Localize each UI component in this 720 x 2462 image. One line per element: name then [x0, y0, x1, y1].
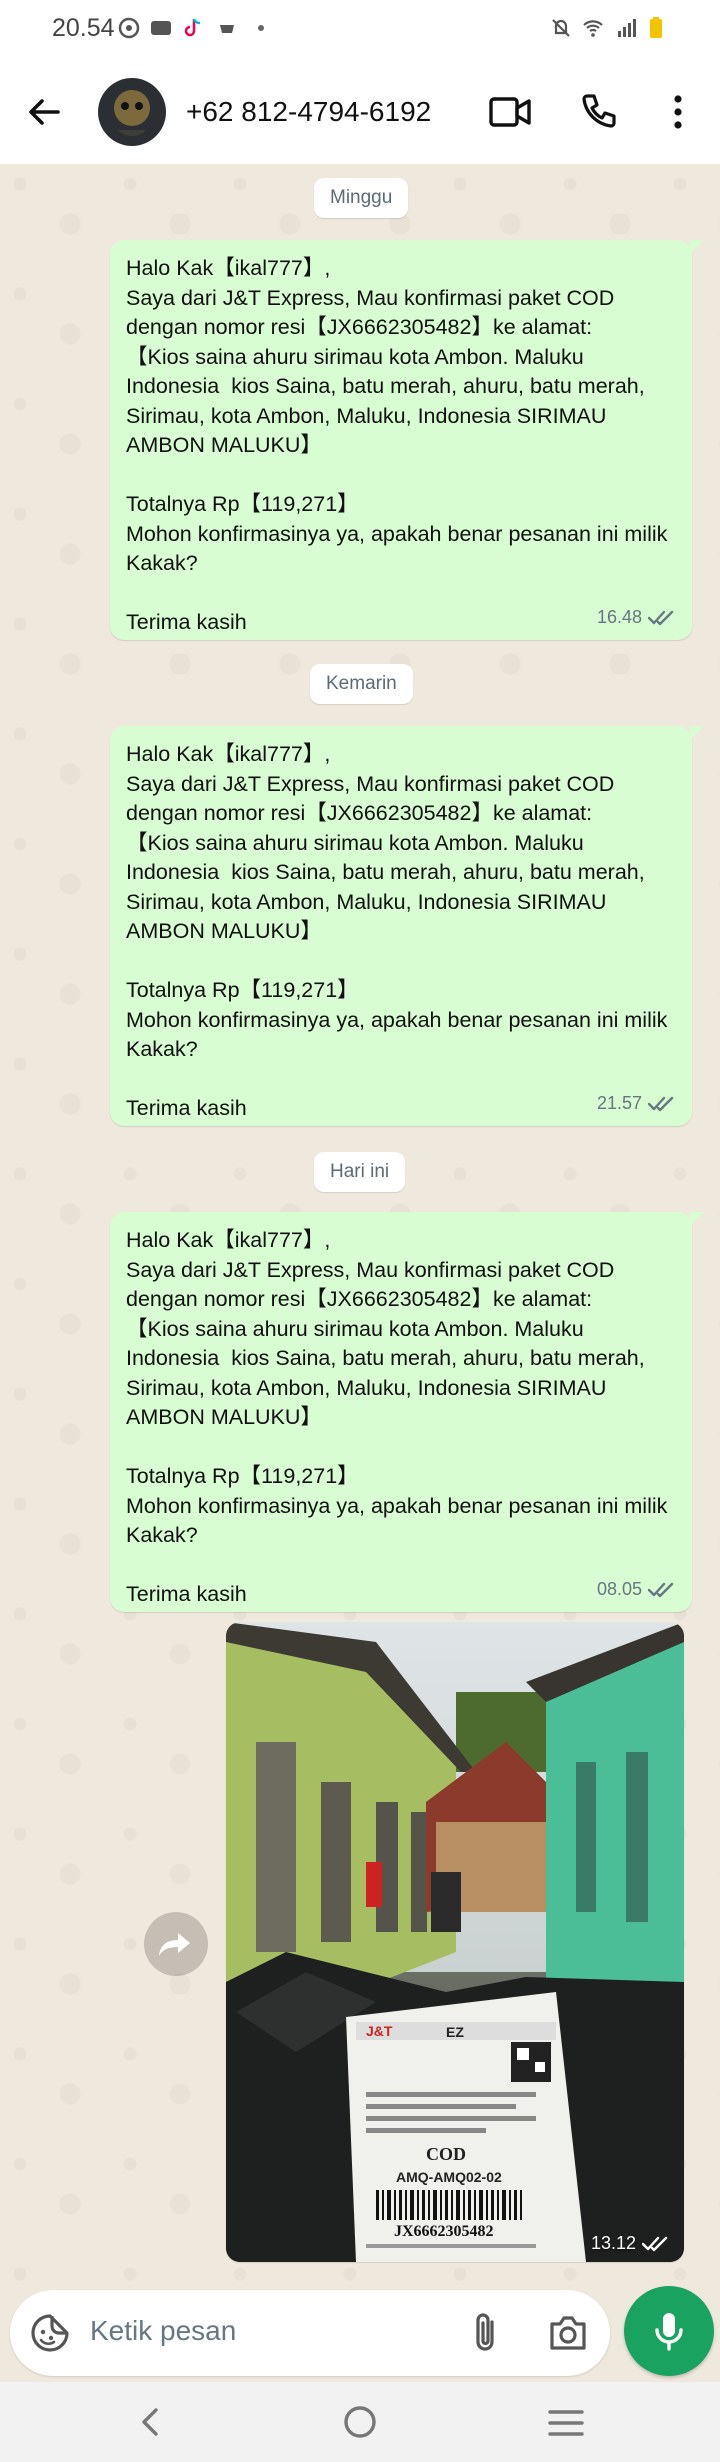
message-text: Halo Kak【ikal777】, Saya dari J&T Express…: [126, 742, 668, 1120]
read-ticks-icon: [648, 1582, 674, 1597]
microphone-icon: [655, 2313, 683, 2351]
more-options-icon[interactable]: [668, 92, 688, 132]
date-chip: Hari ini: [314, 1152, 406, 1192]
message-meta: 21.57: [597, 1093, 678, 1114]
tiktok-icon: [184, 18, 201, 37]
status-bar: 20.54: [0, 0, 720, 58]
route-code: AMQ-AMQ02-02: [396, 2169, 502, 2185]
forward-icon: [159, 1933, 190, 1956]
message-meta: 16.48: [597, 607, 678, 628]
date-chip: Minggu: [314, 178, 409, 218]
message-time: 08.05: [596, 1579, 642, 1599]
message-meta: 13.12: [591, 2233, 672, 2254]
mute-icon: [552, 19, 570, 37]
video-call-icon[interactable]: [488, 94, 532, 130]
image-message[interactable]: J&T EZ COD AMQ-AMQ02-02 JX6662305482 13.…: [226, 1622, 684, 2262]
message-bubble[interactable]: Halo Kak【ikal777】, Saya dari J&T Express…: [110, 1212, 704, 1612]
attach-icon[interactable]: [470, 2312, 502, 2354]
nav-back-icon[interactable]: [136, 2406, 168, 2438]
whatsapp-icon: [118, 17, 140, 39]
phone-call-icon[interactable]: [578, 92, 618, 132]
message-bubble[interactable]: Halo Kak【ikal777】, Saya dari J&T Express…: [110, 240, 704, 640]
dot-icon: [258, 25, 264, 31]
avatar[interactable]: [98, 78, 166, 146]
message-text: Halo Kak【ikal777】, Saya dari J&T Express…: [126, 256, 668, 634]
wifi-icon: [583, 20, 603, 37]
date-chip: Kemarin: [310, 664, 413, 704]
game-icon: [220, 25, 234, 33]
contact-name[interactable]: +62 812-4794-6192: [186, 96, 431, 128]
tracking-number: JX6662305482: [394, 2223, 494, 2240]
notification-icon: [151, 21, 171, 35]
message-text: Halo Kak【ikal777】, Saya dari J&T Express…: [126, 1228, 668, 1606]
status-time: 20.54: [52, 14, 115, 42]
camera-icon[interactable]: [548, 2314, 588, 2352]
message-placeholder: Ketik pesan: [90, 2315, 237, 2346]
message-time: 13.12: [590, 2233, 636, 2253]
read-ticks-icon: [648, 610, 674, 625]
brand-logo: J&T: [366, 2023, 393, 2039]
sticker-icon[interactable]: [30, 2313, 70, 2353]
composer: Ketik pesan: [0, 2286, 720, 2380]
read-ticks-icon: [642, 2236, 668, 2251]
message-time: 21.57: [596, 1093, 642, 1113]
message-time: 16.48: [596, 607, 642, 627]
signal-icon: [618, 19, 636, 37]
message-meta: 08.05: [597, 1579, 678, 1600]
message-bubble[interactable]: Halo Kak【ikal777】, Saya dari J&T Express…: [110, 726, 704, 1126]
forward-button[interactable]: [144, 1912, 208, 1976]
nav-home-icon[interactable]: [342, 2404, 378, 2440]
label-code: EZ: [446, 2024, 464, 2040]
voice-message-button[interactable]: [624, 2286, 714, 2376]
nav-recents-icon[interactable]: [548, 2408, 584, 2438]
battery-icon: [650, 17, 662, 38]
package-photo: J&T EZ COD AMQ-AMQ02-02 JX6662305482: [226, 1622, 684, 2262]
cod-label: COD: [426, 2144, 466, 2164]
system-nav-bar: [0, 2382, 720, 2462]
message-input[interactable]: Ketik pesan: [10, 2290, 610, 2376]
chat-header: +62 812-4794-6192: [0, 58, 720, 165]
back-arrow-icon[interactable]: [24, 92, 64, 132]
read-ticks-icon: [648, 1096, 674, 1111]
